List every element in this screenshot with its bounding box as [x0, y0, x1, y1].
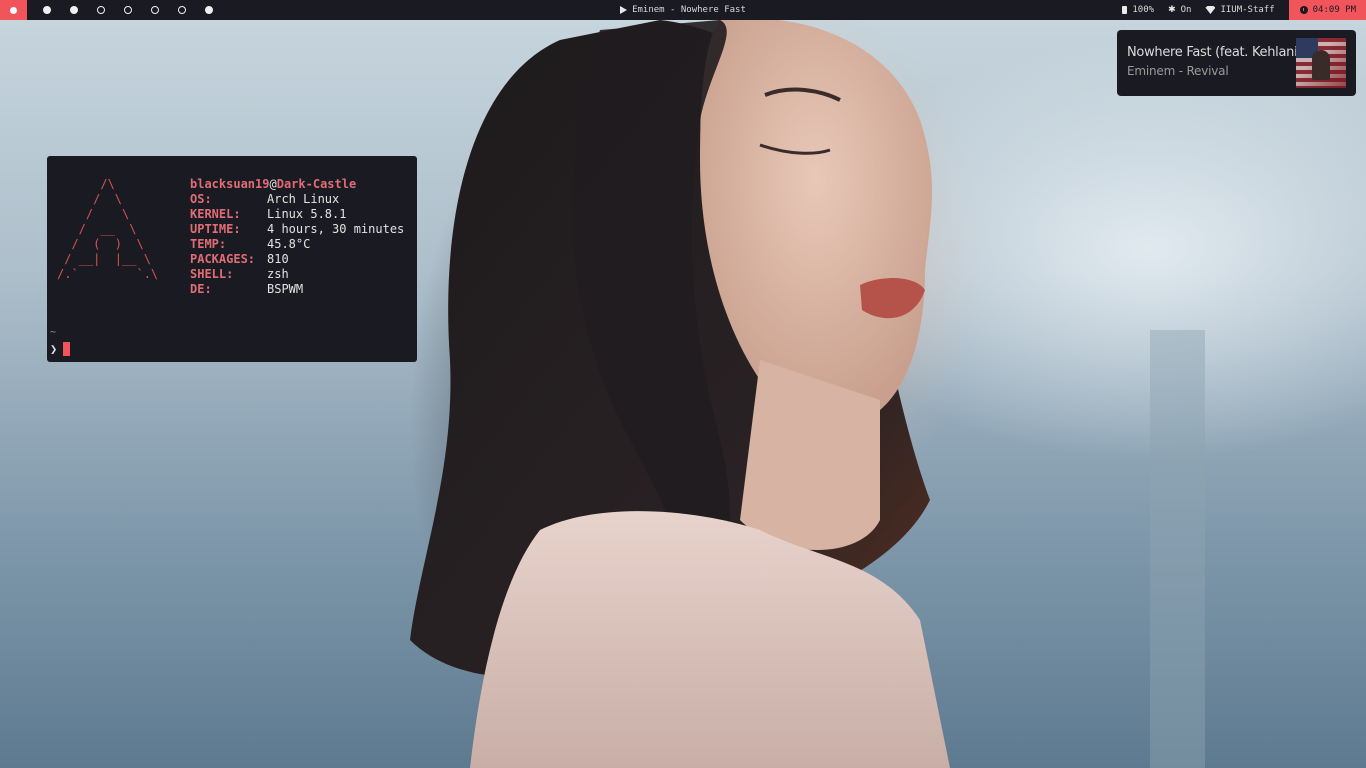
album-art: [1296, 38, 1346, 88]
info-value: 45.8°C: [267, 237, 311, 251]
clock-module[interactable]: 04:09 PM: [1288, 0, 1366, 20]
info-row-uptime: UPTIME: 4 hours, 30 minutes: [190, 222, 404, 237]
info-value: 810: [267, 252, 289, 266]
battery-text: 100%: [1132, 5, 1155, 15]
play-icon: [620, 6, 628, 14]
workspace-circle-icon: [177, 6, 186, 14]
workspace-2[interactable]: [60, 0, 87, 20]
bluetooth-module[interactable]: ✱ On: [1168, 5, 1191, 15]
info-value: BSPWM: [267, 282, 304, 296]
workspace-5[interactable]: [141, 0, 168, 20]
clock-icon: [1299, 6, 1308, 14]
top-bar: Eminem - Nowhere Fast 100% ✱ On IIUM-Sta…: [0, 0, 1366, 20]
username: blacksuan19: [190, 177, 270, 191]
workspace-list: [33, 0, 222, 20]
workspace-1[interactable]: [33, 0, 60, 20]
info-row-packages: PACKAGES: 810: [190, 252, 404, 267]
info-value: zsh: [267, 267, 289, 281]
hostname: Dark-Castle: [276, 177, 357, 191]
status-modules: 100% ✱ On IIUM-Staff 04:09 PM: [1122, 0, 1366, 20]
system-info: blacksuan19@Dark-Castle OS: Arch Linux K…: [190, 177, 404, 297]
user-host-line: blacksuan19@Dark-Castle: [190, 177, 404, 192]
info-row-de: DE: BSPWM: [190, 282, 404, 297]
info-row-temp: TEMP: 45.8°C: [190, 237, 404, 252]
clock-text: 04:09 PM: [1312, 5, 1356, 15]
now-playing-control[interactable]: Eminem - Nowhere Fast: [620, 5, 746, 15]
wifi-text: IIUM-Staff: [1220, 5, 1275, 15]
info-row-os: OS: Arch Linux: [190, 192, 404, 207]
workspace-3[interactable]: [87, 0, 114, 20]
info-value: Arch Linux: [267, 192, 340, 206]
battery-module[interactable]: 100%: [1122, 5, 1154, 15]
workspace-6[interactable]: [168, 0, 195, 20]
info-value: Linux 5.8.1: [267, 207, 347, 221]
info-key: DE:: [190, 282, 212, 296]
bluetooth-icon: ✱: [1168, 5, 1176, 15]
info-row-kernel: KERNEL: Linux 5.8.1: [190, 207, 404, 222]
workspace-dot-icon: [204, 6, 213, 14]
workspace-circle-icon: [96, 6, 105, 14]
info-key: KERNEL:: [190, 207, 241, 221]
workspace-circle-icon: [123, 6, 132, 14]
wifi-module[interactable]: IIUM-Staff: [1205, 5, 1275, 15]
wallpaper: [0, 0, 1366, 768]
bluetooth-text: On: [1180, 5, 1192, 15]
battery-icon: [1122, 6, 1128, 14]
workspace-7[interactable]: [195, 0, 222, 20]
workspace-4[interactable]: [114, 0, 141, 20]
current-directory: ~: [50, 327, 57, 338]
prompt-symbol: ❯: [50, 342, 58, 356]
workspace-dot-icon: [42, 6, 51, 14]
info-row-shell: SHELL: zsh: [190, 267, 404, 282]
command-prompt[interactable]: ❯: [50, 342, 71, 356]
launcher-dot-icon: [10, 6, 17, 14]
workspace-circle-icon: [150, 6, 159, 14]
info-key: TEMP:: [190, 237, 227, 251]
workspace-dot-icon: [69, 6, 78, 14]
wifi-icon: [1205, 6, 1216, 14]
info-key: SHELL:: [190, 267, 234, 281]
launcher-button[interactable]: [0, 0, 27, 20]
info-value: 4 hours, 30 minutes: [267, 222, 405, 236]
media-notification[interactable]: Nowhere Fast (feat. Kehlani) Eminem - Re…: [1117, 30, 1356, 96]
info-key: OS:: [190, 192, 212, 206]
arch-logo-ascii: /\ / \ / \ / __ \ / ( ) \ / __| |__ \ /.…: [57, 177, 159, 281]
info-key: UPTIME:: [190, 222, 241, 236]
terminal-window[interactable]: /\ / \ / \ / __ \ / ( ) \ / __| |__ \ /.…: [47, 156, 417, 362]
text-cursor: [63, 342, 71, 356]
now-playing-text: Eminem - Nowhere Fast: [632, 5, 746, 15]
notification-subtitle: Eminem - Revival: [1127, 64, 1229, 78]
info-key: PACKAGES:: [190, 252, 256, 266]
wallpaper-figure: [410, 18, 1205, 768]
at-sign: @: [269, 177, 277, 191]
notification-title: Nowhere Fast (feat. Kehlani): [1127, 45, 1303, 60]
